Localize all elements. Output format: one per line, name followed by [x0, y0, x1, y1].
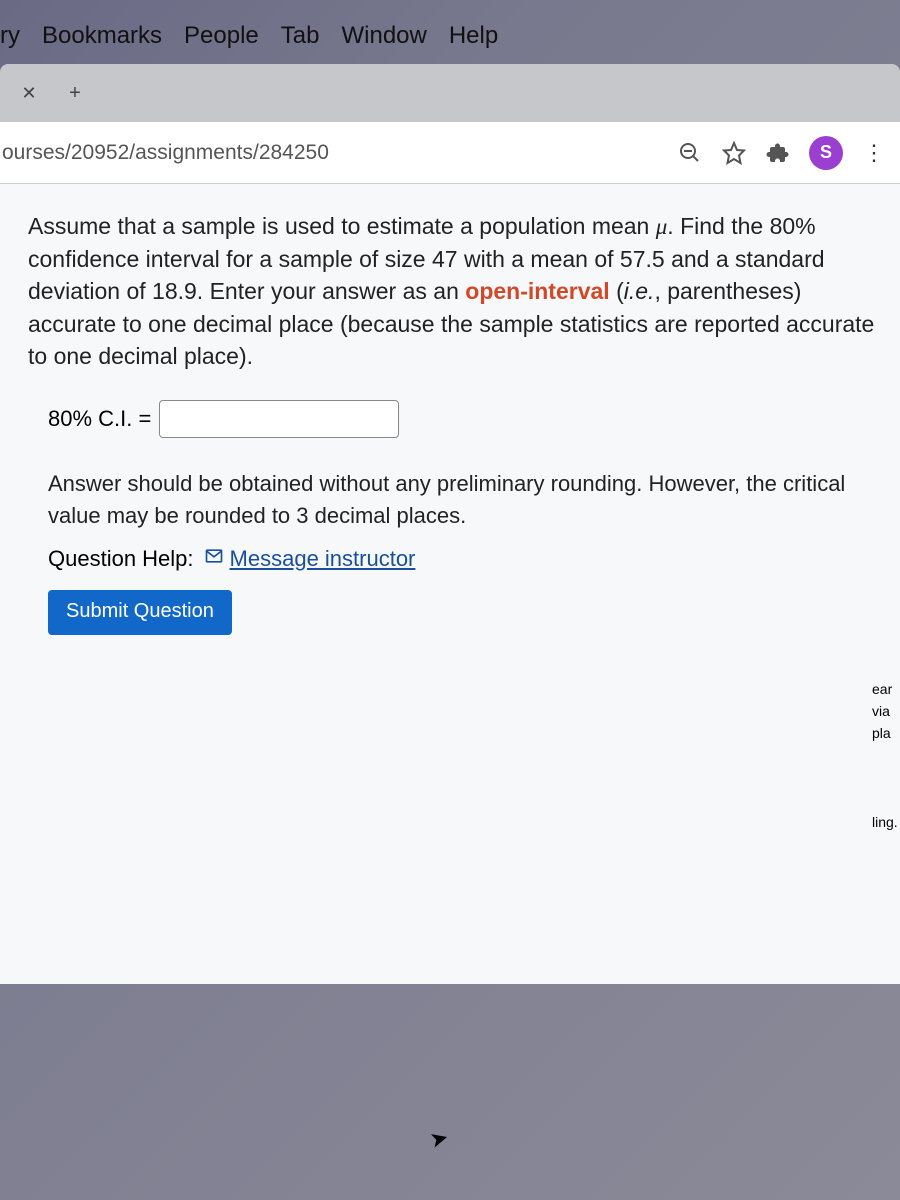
system-menubar: ry Bookmarks People Tab Window Help — [0, 0, 900, 64]
zoom-out-icon[interactable] — [677, 140, 703, 166]
extensions-puzzle-icon[interactable] — [765, 140, 791, 166]
answer-hint: Answer should be obtained without any pr… — [28, 468, 876, 532]
answer-row: 80% C.I. = — [48, 400, 876, 438]
submit-question-button[interactable]: Submit Question — [48, 590, 232, 635]
question-text: Assume that a sample is used to estimate… — [28, 210, 876, 372]
question-help-label: Question Help: — [48, 546, 194, 572]
browser-tab-strip: ✕ + — [0, 64, 900, 122]
question-help-row: Question Help: Message instructor — [28, 546, 876, 572]
mu-symbol: μ — [656, 214, 668, 239]
tab-new-button[interactable]: + — [60, 78, 90, 108]
browser-menu-icon[interactable]: ⋮ — [861, 142, 888, 164]
tab-close-button[interactable]: ✕ — [14, 78, 44, 108]
qtext-part: . — [667, 213, 673, 239]
message-instructor-link[interactable]: Message instructor — [204, 546, 416, 572]
menu-people[interactable]: People — [184, 22, 259, 50]
menu-window[interactable]: Window — [341, 22, 426, 50]
envelope-icon — [204, 546, 224, 572]
open-interval-term: open-interval — [465, 278, 609, 304]
qtext-part: Assume that a sample is used to estimate… — [28, 213, 656, 239]
qtext-part: ( — [610, 278, 624, 304]
bookmark-star-icon[interactable] — [721, 140, 747, 166]
message-instructor-text: Message instructor — [230, 546, 416, 572]
browser-toolbar: ourses/20952/assignments/284250 S ⋮ — [0, 122, 900, 184]
answer-label: 80% C.I. = — [48, 406, 151, 432]
profile-avatar[interactable]: S — [809, 136, 843, 170]
address-bar[interactable]: ourses/20952/assignments/284250 — [0, 141, 677, 165]
mouse-cursor-icon: ➤ — [427, 1124, 452, 1154]
menu-tab[interactable]: Tab — [281, 22, 320, 50]
menu-history[interactable]: ry — [0, 22, 20, 50]
menu-help[interactable]: Help — [449, 22, 498, 50]
page-content: Assume that a sample is used to estimate… — [0, 184, 900, 984]
menu-bookmarks[interactable]: Bookmarks — [42, 22, 162, 50]
answer-input[interactable] — [159, 400, 399, 438]
ie-term: i.e. — [624, 278, 655, 304]
